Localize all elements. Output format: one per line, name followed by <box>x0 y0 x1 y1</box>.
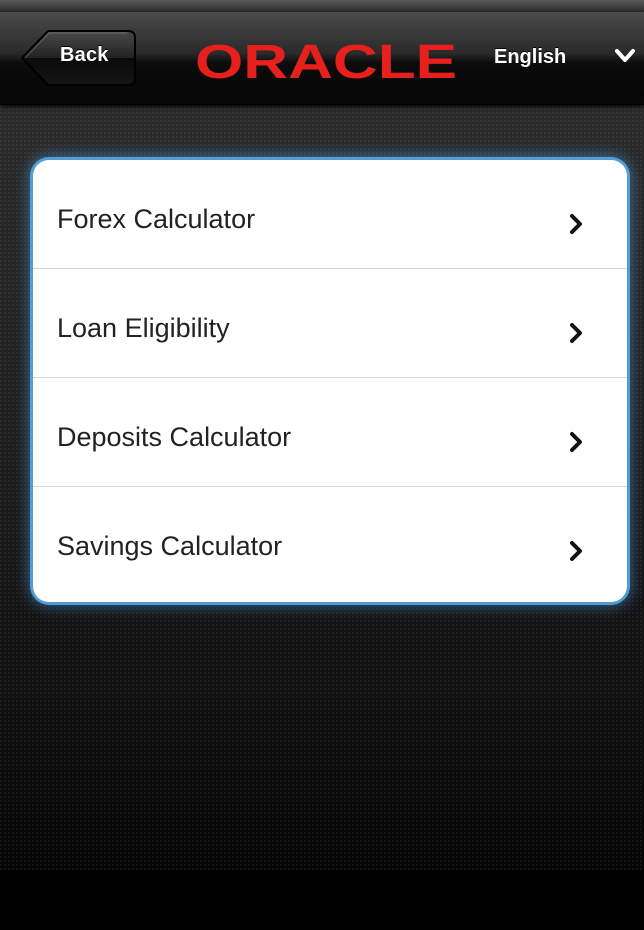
menu-item-label: Forex Calculator <box>57 204 256 234</box>
svg-text:ORACLE: ORACLE <box>195 38 457 86</box>
calculator-menu: Forex Calculator Loan Eligibility Deposi… <box>33 160 627 602</box>
menu-item-deposits-calculator[interactable]: Deposits Calculator <box>33 378 627 487</box>
menu-item-savings-calculator[interactable]: Savings Calculator <box>33 487 627 595</box>
menu-item-label: Loan Eligibility <box>57 313 230 343</box>
header-bar: Back ORACLE English <box>0 12 644 105</box>
back-button[interactable]: Back <box>20 29 137 87</box>
oracle-logo: ORACLE <box>195 38 457 86</box>
menu-item-forex-calculator[interactable]: Forex Calculator <box>33 160 627 269</box>
status-strip <box>0 0 644 12</box>
language-label: English <box>494 46 567 68</box>
back-label: Back <box>60 44 109 66</box>
menu-item-loan-eligibility[interactable]: Loan Eligibility <box>33 269 627 378</box>
chevron-right-icon <box>570 432 582 452</box>
chevron-right-icon <box>570 323 582 343</box>
chevron-down-icon <box>615 49 635 62</box>
app-screen: Back ORACLE English Forex Calculator Loa… <box>0 0 644 930</box>
bottom-bar <box>0 870 644 930</box>
language-select[interactable]: English <box>490 38 642 78</box>
chevron-right-icon <box>570 214 582 234</box>
chevron-right-icon <box>570 541 582 561</box>
menu-item-label: Savings Calculator <box>57 531 283 561</box>
menu-item-label: Deposits Calculator <box>57 422 292 452</box>
